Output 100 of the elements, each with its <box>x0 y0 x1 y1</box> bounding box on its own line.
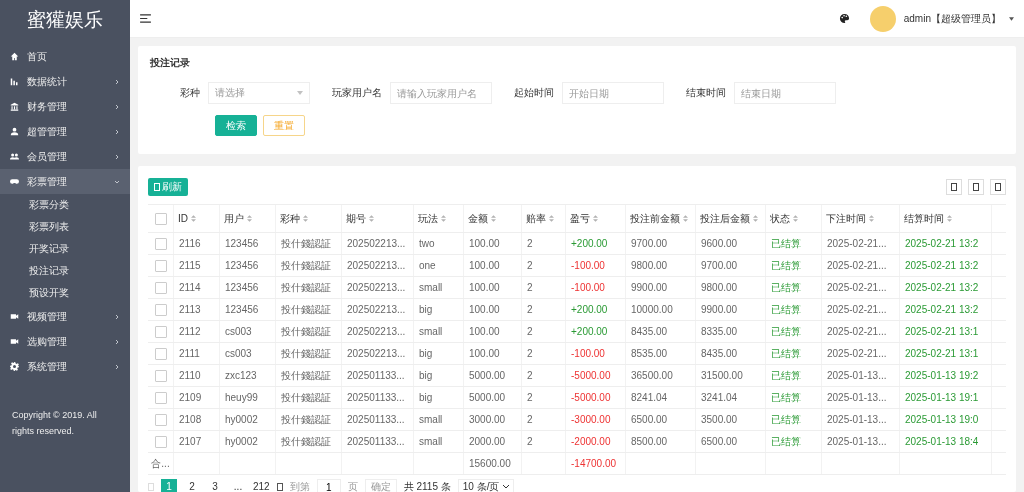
avatar[interactable] <box>869 5 896 32</box>
column-header[interactable]: 彩种 <box>276 205 342 232</box>
table-cell: 投什錢認証 <box>276 387 342 408</box>
page-input[interactable]: 1 <box>316 479 341 492</box>
input-field[interactable]: 结束日期 <box>734 82 836 104</box>
user-menu[interactable]: admin【超级管理员】 <box>903 11 1001 26</box>
row-checkbox[interactable] <box>154 281 167 294</box>
table-cell: 已结算 <box>766 321 822 342</box>
toolbar-button[interactable] <box>946 179 962 195</box>
sort-icon[interactable] <box>793 215 798 222</box>
sort-icon[interactable] <box>247 215 252 222</box>
chevron-icon <box>114 128 120 135</box>
table-cell: +200.00 <box>566 299 626 320</box>
sort-icon[interactable] <box>869 215 874 222</box>
table-cell: 2115 <box>174 255 220 276</box>
nav-label[interactable]: 会员管理 <box>27 149 106 164</box>
column-header[interactable]: 投注后金额 <box>696 205 766 232</box>
nav-label[interactable]: 选购管理 <box>27 334 106 349</box>
table-cell: 202502213... <box>342 277 414 298</box>
table-cell: 5000.00 <box>464 387 522 408</box>
column-header[interactable]: 期号 <box>342 205 414 232</box>
nav-item[interactable]: 系统管理 <box>0 354 130 379</box>
table-cell: 202502213... <box>342 255 414 276</box>
table-cell: 2025-02-21... <box>822 299 900 320</box>
nav-label[interactable]: 数据统计 <box>27 74 106 89</box>
column-header[interactable]: 下注时间 <box>822 205 900 232</box>
table-cell: big <box>414 299 464 320</box>
nav-label[interactable]: 首页 <box>27 49 120 64</box>
toolbar-button[interactable] <box>968 179 984 195</box>
page-link[interactable]: 3 <box>207 479 223 492</box>
nav-label[interactable]: 超管管理 <box>27 124 106 139</box>
page-link[interactable]: 2 <box>184 479 200 492</box>
palette-icon[interactable] <box>838 13 850 24</box>
nav-label[interactable]: 视频管理 <box>27 309 106 324</box>
column-header[interactable]: 状态 <box>766 205 822 232</box>
sort-icon[interactable] <box>753 215 758 222</box>
prev-page-icon[interactable] <box>148 483 154 491</box>
chevron-icon <box>114 153 120 160</box>
select-all-checkbox[interactable] <box>154 212 167 225</box>
nav-item[interactable]: 彩票管理 <box>0 169 130 194</box>
sort-icon[interactable] <box>491 215 496 222</box>
table-cell: 投什錢認証 <box>276 277 342 298</box>
nav-item[interactable]: 首页 <box>0 44 130 69</box>
nav-item[interactable]: 数据统计 <box>0 69 130 94</box>
row-checkbox[interactable] <box>154 369 167 382</box>
column-header[interactable]: 玩法 <box>414 205 464 232</box>
row-checkbox[interactable] <box>154 303 167 316</box>
menu-icon[interactable] <box>140 14 151 23</box>
sort-icon[interactable] <box>441 215 446 222</box>
nav-item[interactable]: 视频管理 <box>0 304 130 329</box>
table-cell: hy0002 <box>220 409 276 430</box>
nav-label[interactable]: 财务管理 <box>27 99 106 114</box>
input-field[interactable]: 请输入玩家用户名 <box>390 82 492 104</box>
row-checkbox[interactable] <box>154 435 167 448</box>
table-cell: 2025-02-21 13:2 <box>900 277 992 298</box>
column-header[interactable]: 投注前金额 <box>626 205 696 232</box>
table-cell: 已结算 <box>766 409 822 430</box>
page-link[interactable]: 212 <box>253 479 270 492</box>
nav-label[interactable]: 系统管理 <box>27 359 106 374</box>
nav-label[interactable]: 彩票管理 <box>27 174 106 189</box>
row-checkbox[interactable] <box>154 391 167 404</box>
sort-icon[interactable] <box>549 215 554 222</box>
table-cell: 投什錢認証 <box>276 365 342 386</box>
nav-item[interactable]: 选购管理 <box>0 329 130 354</box>
toolbar-button[interactable] <box>990 179 1006 195</box>
row-checkbox[interactable] <box>154 325 167 338</box>
table-cell: 9600.00 <box>696 233 766 254</box>
row-checkbox[interactable] <box>154 347 167 360</box>
page-unit-label: 页 <box>347 480 358 492</box>
table-cell: 202501133... <box>342 365 414 386</box>
sort-icon[interactable] <box>683 215 688 222</box>
table-cell: 9900.00 <box>696 299 766 320</box>
nav-item[interactable]: 超管管理 <box>0 119 130 144</box>
column-header[interactable]: ID <box>174 205 220 232</box>
column-header[interactable]: 结算时间 <box>900 205 992 232</box>
nav-item[interactable]: 财务管理 <box>0 94 130 119</box>
table-cell: 2 <box>522 387 566 408</box>
column-header[interactable]: 赔率 <box>522 205 566 232</box>
page-link[interactable]: ... <box>230 479 246 492</box>
row-checkbox[interactable] <box>154 413 167 426</box>
table-cell: 8535.00 <box>626 343 696 364</box>
next-page-icon[interactable] <box>276 483 283 491</box>
column-header[interactable]: 盈亏 <box>566 205 626 232</box>
input-field[interactable]: 开始日期 <box>562 82 664 104</box>
sort-icon[interactable] <box>191 215 196 222</box>
page-size-select[interactable]: 10 条/页 <box>457 479 515 492</box>
column-header[interactable]: 金额 <box>464 205 522 232</box>
sort-icon[interactable] <box>369 215 374 222</box>
sort-icon[interactable] <box>303 215 308 222</box>
table-cell: -14700.00 <box>571 458 617 469</box>
bank-icon <box>10 102 19 111</box>
nav-item[interactable]: 会员管理 <box>0 144 130 169</box>
sort-icon[interactable] <box>947 215 952 222</box>
sort-icon[interactable] <box>593 215 598 222</box>
chevron-icon <box>114 313 120 320</box>
row-checkbox[interactable] <box>154 237 167 250</box>
row-checkbox[interactable] <box>154 259 167 272</box>
column-header[interactable]: 用户 <box>220 205 276 232</box>
table-cell: 100.00 <box>464 321 522 342</box>
table-cell: 202501133... <box>342 409 414 430</box>
